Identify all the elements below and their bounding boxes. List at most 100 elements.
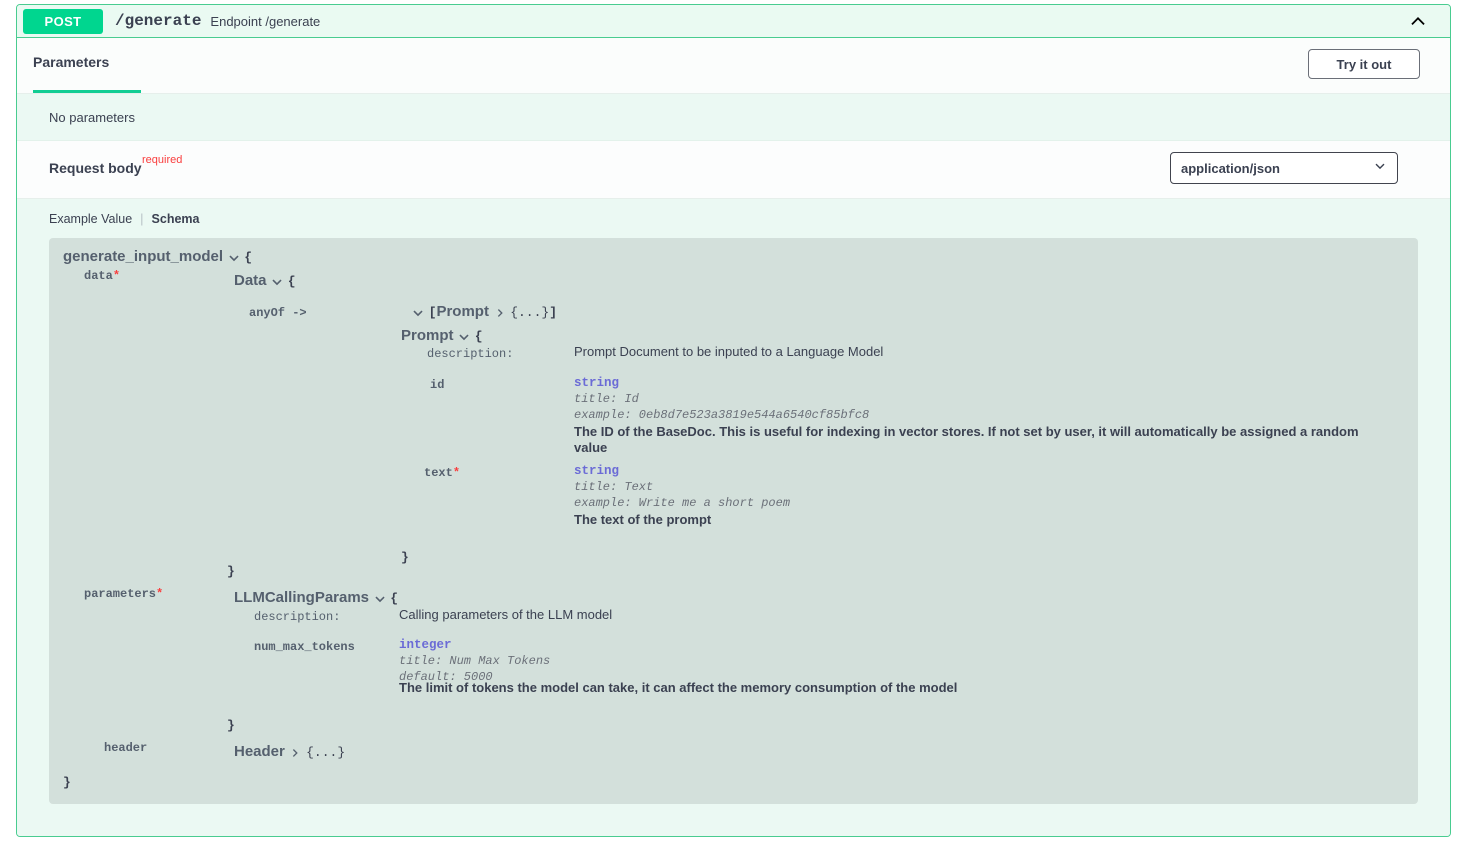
prop-title-id: title: Id — [574, 392, 639, 406]
schema-model-box: generate_input_model { data* Data {anyO… — [49, 238, 1418, 804]
chevron-up-icon[interactable] — [1408, 11, 1428, 31]
array-item-model-name: Prompt — [436, 303, 489, 320]
description-value-text: Prompt Document to be inputed to a Langu… — [574, 344, 884, 359]
llm-description-value-text: Calling parameters of the LLM model — [399, 607, 613, 622]
prop-title-num-max-tokens: title: Num Max Tokens — [399, 654, 551, 668]
prompt-description-value: Prompt Document to be inputed to a Langu… — [574, 344, 883, 360]
prop-id-name: id — [430, 376, 444, 393]
chevron-down-icon[interactable] — [411, 306, 425, 320]
model-prompt-close-brace: } — [401, 549, 409, 566]
prop-title-text: title: Text — [574, 480, 654, 494]
llmcallingparams-open-brace: { — [390, 591, 399, 606]
prop-text-example: example: Write me a short poem — [574, 494, 790, 511]
example-schema-tabs: Example Value | Schema — [17, 199, 1450, 238]
prop-label-parameters: parameters — [84, 587, 157, 601]
prop-text-name: text* — [424, 464, 460, 481]
panel-bottom-spacer — [17, 823, 1450, 836]
prop-num-max-tokens-title: title: Num Max Tokens — [399, 652, 550, 669]
model-header-row: Header {...} — [234, 744, 345, 761]
http-method-badge: POST — [23, 8, 103, 34]
operation-block-post-generate: POST /generate Endpoint /generate Parame… — [16, 4, 1451, 837]
chevron-down-icon — [1373, 159, 1387, 178]
model-data-name: Data — [234, 272, 267, 289]
header-dots: {...} — [306, 745, 346, 760]
prop-data-name: data* — [84, 267, 120, 284]
prop-text-description: The text of the prompt — [574, 512, 711, 528]
model-llmcallingparams-close-brace: } — [227, 717, 235, 734]
operation-tabs-row: Parameters Try it out — [17, 38, 1450, 94]
chevron-right-icon[interactable] — [493, 306, 507, 320]
description-label-text: description: — [427, 347, 514, 361]
model-header-name: Header — [234, 743, 285, 760]
tab-example-value[interactable]: Example Value — [49, 212, 132, 226]
prop-type-num-max-tokens: integer — [399, 638, 452, 652]
required-asterisk: * — [156, 587, 164, 601]
prop-text-type: string — [574, 462, 619, 479]
prop-example-text: example: Write me a short poem — [574, 496, 791, 510]
prop-header-name: header — [104, 739, 147, 756]
prop-example-id: example: 0eb8d7e523a3819e544a6540cf85bfc… — [574, 408, 870, 422]
model-data-row: Data { — [234, 273, 296, 290]
prop-num-max-tokens-type: integer — [399, 636, 452, 653]
request-body-required-badge: required — [142, 154, 183, 166]
model-root-row: generate_input_model { — [63, 249, 252, 266]
prop-id-example: example: 0eb8d7e523a3819e544a6540cf85bfc… — [574, 406, 869, 423]
prop-label-id: id — [430, 378, 445, 392]
required-asterisk: * — [452, 466, 461, 480]
anyof-text: anyOf -> — [249, 306, 307, 320]
prop-parameters-name: parameters* — [84, 585, 163, 602]
operation-summary-text: Endpoint /generate — [210, 13, 321, 29]
request-body-row: Request body required application/json — [17, 141, 1450, 199]
chevron-down-icon[interactable] — [270, 275, 284, 289]
prop-id-type: string — [574, 374, 619, 391]
prop-description-id: The ID of the BaseDoc. This is useful fo… — [574, 424, 1359, 455]
chevron-right-icon[interactable] — [288, 746, 302, 760]
chevron-down-icon[interactable] — [457, 330, 471, 344]
try-it-out-button[interactable]: Try it out — [1308, 49, 1420, 79]
prop-type-id: string — [574, 376, 620, 390]
prop-label-num-max-tokens: num_max_tokens — [254, 640, 355, 654]
no-parameters-text: No parameters — [49, 109, 135, 125]
prop-num-max-tokens-description: The limit of tokens the model can take, … — [399, 680, 957, 696]
prompt-close-brace-text: } — [401, 550, 409, 565]
array-item-row: [Prompt {...}] — [411, 304, 557, 321]
array-close-bracket: ] — [549, 305, 558, 320]
prop-description-text: The text of the prompt — [574, 512, 712, 527]
required-asterisk: * — [112, 269, 121, 283]
model-root-close-brace: } — [63, 774, 71, 791]
model-data-close-brace: } — [227, 563, 235, 580]
operation-path: /generate — [115, 12, 202, 30]
tab-schema[interactable]: Schema — [152, 212, 200, 226]
prop-text-title: title: Text — [574, 478, 653, 495]
root-close-brace-text: } — [63, 775, 71, 790]
prop-num-max-tokens-name: num_max_tokens — [254, 638, 355, 655]
model-llmcallingparams-name: LLMCallingParams — [234, 589, 370, 606]
model-data-open-brace: { — [287, 274, 296, 289]
model-llmcallingparams-row: LLMCallingParams { — [234, 590, 398, 607]
content-type-value: application/json — [1181, 160, 1280, 176]
array-item-dots: {...} — [510, 305, 550, 320]
prop-label-text: text — [424, 466, 453, 480]
model-root-open-brace: { — [244, 250, 253, 265]
tab-parameters[interactable]: Parameters — [33, 54, 109, 70]
tab-separator: | — [140, 211, 144, 226]
prop-id-title: title: Id — [574, 390, 639, 407]
llm-description-value: Calling parameters of the LLM model — [399, 607, 612, 623]
request-body-label: Request body — [49, 160, 142, 176]
chevron-down-icon[interactable] — [373, 592, 387, 606]
chevron-down-icon[interactable] — [227, 251, 241, 265]
prop-label-data: data — [84, 269, 113, 283]
prop-type-text: string — [574, 464, 620, 478]
prop-label-header: header — [104, 741, 148, 755]
content-type-select[interactable]: application/json — [1170, 152, 1398, 184]
model-prompt-open-brace: { — [474, 329, 483, 344]
operation-summary-bar[interactable]: POST /generate Endpoint /generate — [17, 5, 1450, 38]
model-prompt-row: Prompt { — [401, 328, 483, 345]
prop-description-num-max-tokens: The limit of tokens the model can take, … — [399, 680, 958, 695]
model-prompt-name: Prompt — [401, 327, 454, 344]
tab-active-underline — [33, 90, 141, 93]
llmcallingparams-close-brace-text: } — [227, 718, 235, 733]
model-root-name: generate_input_model — [63, 248, 224, 265]
schema-model-container: generate_input_model { data* Data {anyO… — [17, 238, 1450, 823]
prompt-description-label: description: — [427, 345, 513, 362]
